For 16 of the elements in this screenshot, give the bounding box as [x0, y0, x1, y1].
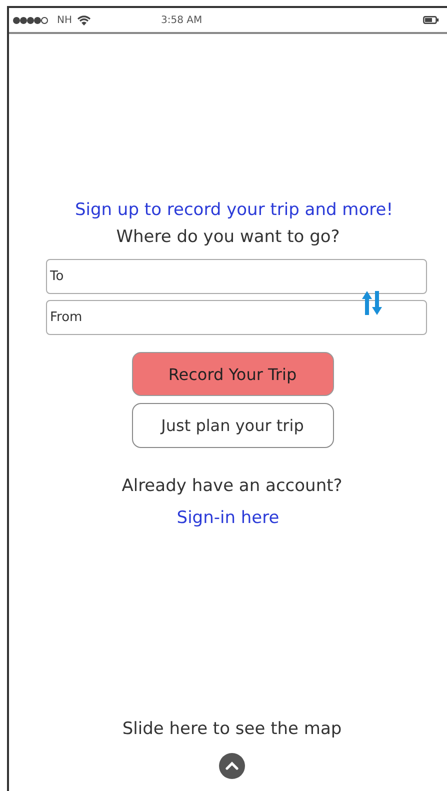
status-time: 3:58 AM [161, 14, 204, 26]
signin-link[interactable]: Sign-in here [176, 508, 280, 528]
map-hint: Slide here to see the map [122, 719, 342, 739]
carrier-name: NH [57, 14, 72, 26]
account-prompt: Already have an account? [122, 476, 342, 496]
input-field[interactable]: To [46, 259, 427, 294]
swap-icon[interactable] [361, 290, 383, 316]
signup-prompt[interactable]: Sign up to record your trip and more! [74, 200, 394, 220]
plan-trip-button[interactable]: Just plan your trip [132, 403, 334, 448]
input-field[interactable]: From [46, 300, 427, 335]
destination-question: Where do you want to go? [116, 227, 340, 247]
signal-icon [13, 16, 51, 24]
chevron-up-icon[interactable] [219, 753, 245, 779]
battery-icon [423, 16, 439, 24]
wifi-icon [77, 14, 91, 26]
record-trip-button[interactable]: Record Your Trip [132, 352, 334, 396]
